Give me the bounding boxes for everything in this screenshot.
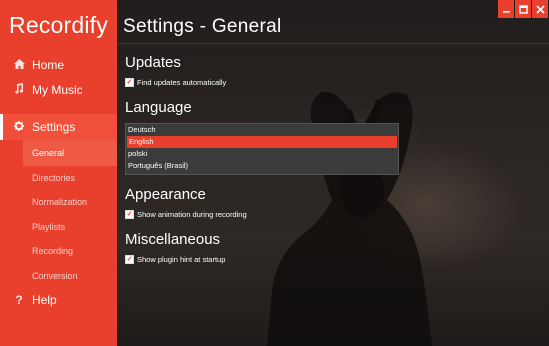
sidebar-item-label: Help	[32, 293, 57, 307]
music-note-icon	[12, 83, 26, 97]
section-language-heading: Language	[125, 99, 192, 116]
sidebar-item-settings[interactable]: Settings	[0, 114, 117, 140]
settings-subitem-playlists[interactable]: Playlists	[23, 214, 117, 240]
language-option-selected[interactable]: English	[127, 136, 397, 148]
title-divider	[117, 43, 549, 44]
sidebar: Recordify Home My Music Settings General…	[0, 0, 117, 346]
minimize-icon	[502, 10, 510, 13]
find-updates-checkbox[interactable]: ✓	[125, 78, 134, 87]
find-updates-label: Find updates automatically	[137, 78, 227, 87]
language-listbox[interactable]: Deutsch English polski Português (Brasil…	[125, 123, 399, 175]
settings-subitem-normalization[interactable]: Normalization	[23, 189, 117, 215]
settings-subitem-conversion[interactable]: Conversion	[23, 263, 117, 289]
sidebar-item-label: Home	[32, 58, 65, 72]
sidebar-item-my-music[interactable]: My Music	[0, 77, 117, 103]
section-appearance-heading: Appearance	[125, 186, 206, 203]
language-option[interactable]: polski	[126, 148, 398, 160]
section-updates-heading: Updates	[125, 54, 181, 71]
question-icon: ?	[15, 293, 23, 307]
language-option[interactable]: Deutsch	[126, 124, 398, 136]
settings-subitem-directories[interactable]: Directories	[23, 165, 117, 191]
sidebar-item-help[interactable]: ? Help	[0, 287, 117, 313]
sidebar-item-label: My Music	[32, 83, 83, 97]
language-option[interactable]: Português (Brasil)	[126, 160, 398, 172]
page-title: Settings - General	[123, 16, 282, 37]
maximize-button[interactable]	[515, 0, 531, 18]
animation-label: Show animation during recording	[137, 210, 247, 219]
close-button[interactable]	[532, 0, 548, 18]
minimize-button[interactable]	[498, 0, 514, 18]
app-logo: Recordify	[9, 12, 108, 38]
sidebar-item-label: Settings	[32, 120, 76, 134]
settings-panel: Settings - General Updates ✓ Find update…	[117, 0, 549, 346]
home-icon	[12, 58, 26, 72]
maximize-icon	[518, 4, 528, 14]
animation-checkbox[interactable]: ✓	[125, 210, 134, 219]
close-icon	[535, 4, 545, 14]
sidebar-item-home[interactable]: Home	[0, 52, 117, 78]
settings-subitem-general[interactable]: General	[23, 140, 117, 166]
animation-checkbox-row[interactable]: ✓ Show animation during recording	[125, 210, 247, 219]
section-misc-heading: Miscellaneous	[125, 231, 221, 248]
plugin-hint-checkbox[interactable]: ✓	[125, 255, 134, 264]
find-updates-checkbox-row[interactable]: ✓ Find updates automatically	[125, 78, 226, 87]
plugin-hint-checkbox-row[interactable]: ✓ Show plugin hint at startup	[125, 255, 225, 264]
gear-icon	[12, 120, 26, 134]
plugin-hint-label: Show plugin hint at startup	[137, 255, 226, 264]
settings-subitem-recording[interactable]: Recording	[23, 238, 117, 264]
